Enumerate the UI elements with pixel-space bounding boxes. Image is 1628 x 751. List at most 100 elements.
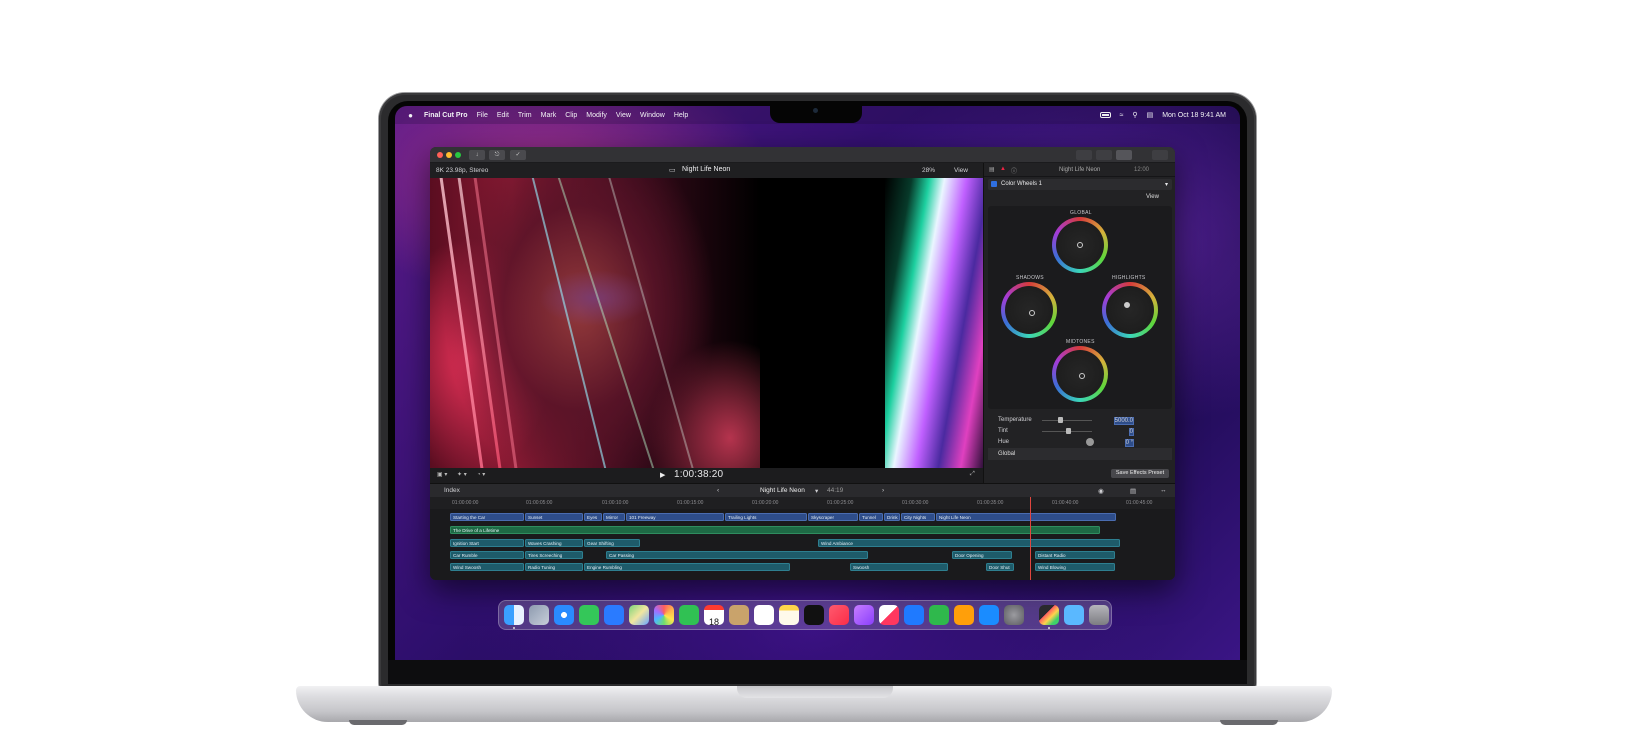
keywords-icon[interactable]: ⎋ (489, 150, 505, 160)
audio-clip[interactable]: Ignition Start (450, 539, 524, 547)
inspector-view-menu[interactable]: View (1146, 194, 1159, 200)
temperature-value[interactable]: 5000.0 (1113, 417, 1134, 425)
app-store-icon[interactable] (979, 605, 999, 625)
battery-icon[interactable] (1099, 112, 1111, 118)
menu-trim[interactable]: Trim (518, 112, 532, 119)
color-effect-selector[interactable]: Color Wheels 1 ▾ (988, 179, 1172, 190)
downloads-folder-icon[interactable] (1064, 605, 1084, 625)
timeline-clip[interactable]: Night Life Neon (936, 513, 1116, 521)
play-button[interactable]: ▶ (660, 471, 665, 479)
import-icon[interactable]: ↓ (469, 150, 485, 160)
music-icon[interactable] (829, 605, 849, 625)
timeline-clip[interactable]: Sunset (525, 513, 583, 521)
tv-icon[interactable] (804, 605, 824, 625)
fullscreen-icon[interactable]: ⤢ (970, 471, 975, 478)
tint-slider-knob[interactable] (1066, 428, 1071, 434)
forward-arrow-icon[interactable]: › (882, 487, 884, 494)
system-preferences-icon[interactable] (1004, 605, 1024, 625)
back-arrow-icon[interactable]: ‹ (717, 487, 719, 494)
close-window-button[interactable] (437, 152, 443, 158)
timeline-toggle-icon[interactable] (1096, 150, 1112, 160)
hue-value[interactable]: 0 ° (1124, 439, 1134, 447)
color-inspector-icon[interactable]: ▲ (1000, 166, 1006, 172)
speed-icon[interactable]: ◔ ▾ (477, 471, 485, 478)
audio-clip[interactable]: Door Opening (952, 551, 1012, 559)
menu-app-name[interactable]: Final Cut Pro (424, 112, 468, 119)
timeline-zoom-icon[interactable]: ↔ (1160, 487, 1167, 494)
menu-modify[interactable]: Modify (586, 112, 607, 119)
audio-clip[interactable]: Gear Shifting (584, 539, 640, 547)
messages-icon[interactable] (579, 605, 599, 625)
menu-clip[interactable]: Clip (565, 112, 577, 119)
tint-value[interactable]: 0 (1128, 428, 1134, 436)
viewer-view-menu[interactable]: View (954, 167, 968, 174)
menu-window[interactable]: Window (640, 112, 665, 119)
audio-clip[interactable]: Wind Swoosh (450, 563, 524, 571)
menu-view[interactable]: View (616, 112, 631, 119)
timeline-clip[interactable]: Trailing Lights (725, 513, 807, 521)
timeline-project-name[interactable]: Night Life Neon (760, 487, 805, 494)
timeline-clip[interactable]: Tunnel (859, 513, 883, 521)
audio-clip[interactable]: Distant Radio (1035, 551, 1115, 559)
audio-clip[interactable]: Wind Ambiance (818, 539, 1120, 547)
audio-clip[interactable]: Swoosh (850, 563, 948, 571)
minimize-window-button[interactable] (446, 152, 452, 158)
audio-clip[interactable]: Waves Crashing (525, 539, 583, 547)
timeline-clip[interactable]: Drink (884, 513, 900, 521)
notes-icon[interactable] (779, 605, 799, 625)
chevron-down-icon[interactable]: ▾ (815, 487, 818, 495)
numbers-icon[interactable] (929, 605, 949, 625)
enhance-icon[interactable]: ✦ ▾ (457, 471, 467, 478)
audio-clip[interactable]: Car Passing (606, 551, 868, 559)
timeline-clip[interactable]: City Nights (901, 513, 935, 521)
audio-clip[interactable]: Car Rumble (450, 551, 524, 559)
safari-icon[interactable] (554, 605, 574, 625)
contacts-icon[interactable] (729, 605, 749, 625)
timeline-tracks[interactable]: Starting the Car Sunset Eyes Mirror 101 … (430, 509, 1175, 580)
audio-clip[interactable]: Engine Rumbling (584, 563, 790, 571)
effect-enabled-checkbox[interactable] (991, 181, 997, 187)
menu-clock[interactable]: Mon Oct 18 9:41 AM (1162, 112, 1226, 119)
timeline-clip[interactable]: Eyes (584, 513, 602, 521)
reminders-icon[interactable] (754, 605, 774, 625)
timeline-clip[interactable]: Skyscraper (808, 513, 858, 521)
menu-edit[interactable]: Edit (497, 112, 509, 119)
trash-icon[interactable] (1089, 605, 1109, 625)
clip-appearance-icon[interactable]: ▤ (1130, 487, 1136, 495)
browser-toggle-icon[interactable] (1076, 150, 1092, 160)
timeline-clip[interactable]: 101 Freeway (626, 513, 724, 521)
timeline-playhead[interactable] (1030, 497, 1031, 580)
final-cut-pro-icon[interactable] (1039, 605, 1059, 625)
shadows-color-wheel[interactable] (1001, 282, 1057, 338)
transform-tool-icon[interactable]: ▣ ▾ (437, 471, 447, 478)
timeline-ruler[interactable]: 01:00:00:00 01:00:05:00 01:00:10:00 01:0… (430, 497, 1175, 509)
mail-icon[interactable] (604, 605, 624, 625)
timeline-index-button[interactable]: Index (444, 487, 460, 494)
calendar-icon[interactable]: 18 (704, 605, 724, 627)
finder-icon[interactable] (504, 605, 524, 625)
menu-mark[interactable]: Mark (541, 112, 557, 119)
menu-help[interactable]: Help (674, 112, 688, 119)
maps-icon[interactable] (629, 605, 649, 625)
control-center-icon[interactable]: ▤ (1147, 111, 1154, 119)
info-inspector-icon[interactable]: ⓘ (1011, 166, 1017, 175)
highlights-color-wheel[interactable] (1102, 282, 1158, 338)
storyline-clip[interactable]: The Drive of a Lifetime (450, 526, 1100, 534)
wifi-icon[interactable]: ≈ (1120, 112, 1124, 119)
photos-icon[interactable] (654, 605, 674, 625)
spotlight-search-icon[interactable]: ⚲ (1132, 111, 1137, 119)
news-icon[interactable] (879, 605, 899, 625)
inspector-toggle-icon[interactable] (1116, 150, 1132, 160)
pages-icon[interactable] (954, 605, 974, 625)
audio-clip[interactable]: Tires Screeching (525, 551, 583, 559)
hue-dial-icon[interactable] (1086, 438, 1094, 446)
facetime-icon[interactable] (679, 605, 699, 625)
video-viewer[interactable] (430, 178, 983, 468)
audio-clip[interactable]: Door Shut (986, 563, 1014, 571)
timeline-clip[interactable]: Starting the Car (450, 513, 524, 521)
midtones-color-wheel[interactable] (1052, 346, 1108, 402)
global-color-wheel[interactable] (1052, 217, 1108, 273)
temperature-slider-knob[interactable] (1058, 417, 1063, 423)
timeline-clip[interactable]: Mirror (603, 513, 625, 521)
apple-menu-icon[interactable]: ● (406, 111, 415, 120)
